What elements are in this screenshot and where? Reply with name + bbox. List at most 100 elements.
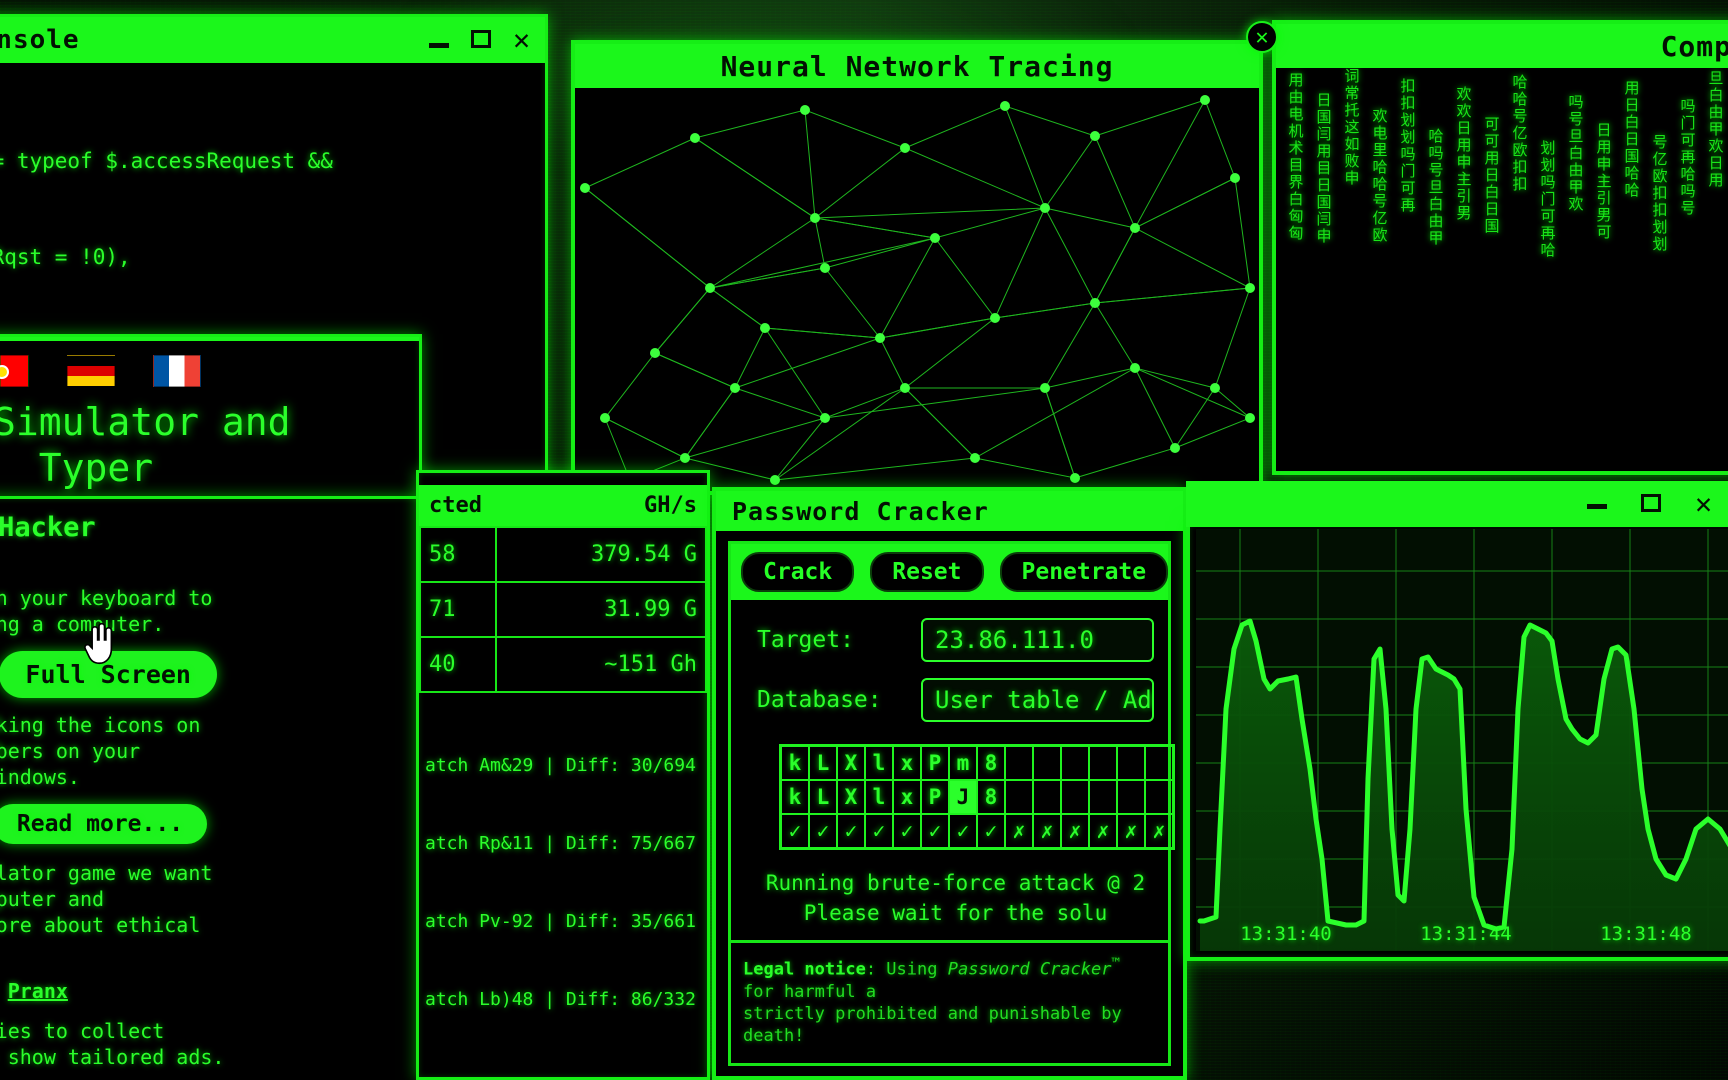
minimize-icon[interactable] — [1587, 496, 1608, 512]
close-icon[interactable]: ✕ — [1695, 490, 1712, 518]
grid-cell — [1117, 746, 1145, 780]
language-flag-bar[interactable] — [0, 341, 419, 395]
grid-status-cell: ✗ — [1033, 814, 1061, 848]
x-tick-label: 13:31:48 — [1600, 923, 1692, 945]
page-title: ker Simulator and Typer — [0, 395, 419, 507]
flag-france-icon[interactable] — [153, 355, 201, 387]
database-input[interactable]: User table / Admin role — [921, 678, 1154, 722]
grid-cell: k — [781, 746, 809, 780]
info-paragraph-3-line-2: wareness for computer and — [0, 887, 105, 911]
penetrate-button[interactable]: Penetrate — [999, 552, 1169, 592]
matrix-column: 划划吗门可再哈 — [1540, 139, 1556, 259]
full-screen-button[interactable]: Full Screen — [0, 651, 217, 698]
list-item: atch Rp&11 | Diff: 75/667 — [425, 833, 696, 854]
password-cracker-status: Running brute-force attack @ 2 Please wa… — [757, 850, 1154, 934]
grid-row-current: k L X l x P J 8 — [781, 780, 1173, 814]
grid-cell: 8 — [977, 780, 1005, 814]
neural-network-window[interactable]: Neural Network Tracing — [571, 40, 1263, 495]
list-item: atch Pv-92 | Diff: 35/661 — [425, 911, 696, 932]
grid-cell — [1005, 746, 1033, 780]
grid-status-cell: ✓ — [893, 814, 921, 848]
crack-button[interactable]: Crack — [741, 552, 855, 592]
matrix-column: 词常托这如败申 — [1344, 68, 1360, 187]
matrix-window-titlebar[interactable]: Comp — [1276, 24, 1728, 68]
info-paragraph-3-line-4: hacking here. — [0, 938, 397, 964]
pranx-link[interactable]: Pranx — [8, 979, 68, 1003]
grid-cell — [1005, 780, 1033, 814]
action-button-row: Automate Full Screen — [0, 651, 397, 698]
matrix-column: 日用申主引男可 — [1596, 121, 1612, 241]
password-cracker-titlebar[interactable]: Password Cracker — [716, 491, 1183, 531]
target-label: Target: — [757, 627, 854, 653]
grid-status-cell: ✗ — [1145, 814, 1173, 848]
legal-notice: Legal notice: Using Password Cracker™ fo… — [731, 940, 1168, 1057]
mining-stats-window[interactable]: cted GH/s 58 379.54 G 71 31.99 G 40 ~151… — [416, 470, 710, 1080]
legal-notice-line-1: Legal notice: Using Password Cracker™ fo… — [743, 956, 1121, 1002]
info-paragraph-1-line-2: hat you're hacking a computer. — [0, 612, 165, 636]
grid-status-cell: ✓ — [977, 814, 1005, 848]
mining-col-header-right: GH/s — [644, 493, 697, 518]
console-window-title: Console — [0, 25, 80, 55]
info-heading-line-2: or — [0, 543, 397, 573]
target-row: Target: 23.86.111.0 — [757, 618, 1154, 662]
minimize-icon[interactable] — [429, 27, 450, 53]
mining-top-strip — [419, 473, 707, 485]
compiler-matrix-window[interactable]: Comp 用由电机术目界白匈匈 日国闫用目日国闫申 词常托这如败申 欢电里哈哈号… — [1272, 20, 1728, 475]
maximize-icon[interactable] — [471, 27, 492, 53]
info-paragraph-2: he programs clicking the icons on or pre… — [0, 712, 397, 790]
read-more-button[interactable]: Read more... — [0, 804, 208, 844]
neural-close-icon[interactable]: ✕ — [1246, 21, 1278, 53]
password-cracker-window[interactable]: Password Cracker Crack Reset Penetrate T… — [712, 487, 1187, 1080]
cookies-notice: te is using Cookies to collect analytics… — [0, 1018, 397, 1070]
password-guess-grid: k L X l x P m 8 k L X l x P J 8 ✓ ✓ ✓ ✓ … — [779, 744, 1175, 850]
table-row: 71 31.99 G — [419, 581, 708, 638]
mining-cell-left: 71 — [419, 581, 497, 638]
read-more-row: Read more... — [0, 804, 397, 844]
info-panel-window[interactable]: ine Ethical Hacker or ng random text on … — [0, 496, 422, 1080]
list-item: atch Am&29 | Diff: 30/694 — [425, 755, 696, 776]
flag-portugal-icon[interactable] — [0, 355, 29, 387]
info-panel-body: ine Ethical Hacker or ng random text on … — [0, 499, 419, 1070]
network-graph-window[interactable]: 13:31:40 13:31:44 13:31:48 — [1186, 521, 1728, 961]
grid-cell: m — [949, 746, 977, 780]
grid-status-cell: ✓ — [809, 814, 837, 848]
grid-cell — [1033, 746, 1061, 780]
scope-titlebar[interactable]: ✕ — [1186, 481, 1728, 527]
grid-cell — [1061, 746, 1089, 780]
info-heading-line-1: ine Ethical Hacker — [0, 512, 96, 543]
mining-log: atch Am&29 | Diff: 30/694 atch Rp&11 | D… — [419, 693, 707, 1073]
info-paragraph-3-line-3: ecurity. Learn more about ethical — [0, 913, 201, 937]
info-paragraph-3-line-1: this hacker simulator game we want — [0, 861, 213, 885]
neural-network-canvas — [575, 88, 1259, 491]
chart-x-axis-labels: 13:31:40 13:31:44 13:31:48 — [1196, 923, 1728, 945]
reset-button[interactable]: Reset — [870, 552, 984, 592]
maximize-icon[interactable] — [1641, 493, 1662, 515]
cookies-notice-line-1: te is using Cookies to collect — [0, 1019, 165, 1043]
grid-cell: k — [781, 780, 809, 814]
grid-cell: l — [865, 746, 893, 780]
grid-status-cell: ✓ — [921, 814, 949, 848]
grid-cell: X — [837, 780, 865, 814]
grid-status-cell: ✓ — [949, 814, 977, 848]
flag-germany-icon[interactable] — [67, 355, 115, 387]
matrix-window-title: Comp — [1660, 29, 1728, 63]
status-line-2: Please wait for the solu — [803, 901, 1108, 925]
pranks-line: online pranks at Pranx — [0, 978, 397, 1004]
grid-cell — [1089, 780, 1117, 814]
grid-cell: 8 — [977, 746, 1005, 780]
target-input[interactable]: 23.86.111.0 — [921, 618, 1154, 662]
grid-status-cell: ✗ — [1117, 814, 1145, 848]
list-item: atch Lb)48 | Diff: 86/332 — [425, 989, 696, 1010]
matrix-column: 哈哈号亿欧扣扣 — [1512, 73, 1528, 193]
page-title-line-1: ker Simulator and — [0, 400, 291, 444]
grid-cell: L — [809, 746, 837, 780]
close-icon[interactable]: ✕ — [513, 26, 531, 54]
console-titlebar[interactable]: Console ✕ — [0, 17, 545, 63]
info-paragraph-2-line-2: or press the numbers on your — [0, 739, 141, 763]
grid-status-cell: ✗ — [1005, 814, 1033, 848]
status-line-1: Running brute-force attack @ 2 — [765, 871, 1146, 895]
grid-cell: L — [809, 780, 837, 814]
cookies-notice-line-2: analytics and to show tailored ads. — [0, 1045, 225, 1069]
neural-window-titlebar[interactable]: Neural Network Tracing — [575, 44, 1259, 88]
grid-cell: P — [921, 746, 949, 780]
